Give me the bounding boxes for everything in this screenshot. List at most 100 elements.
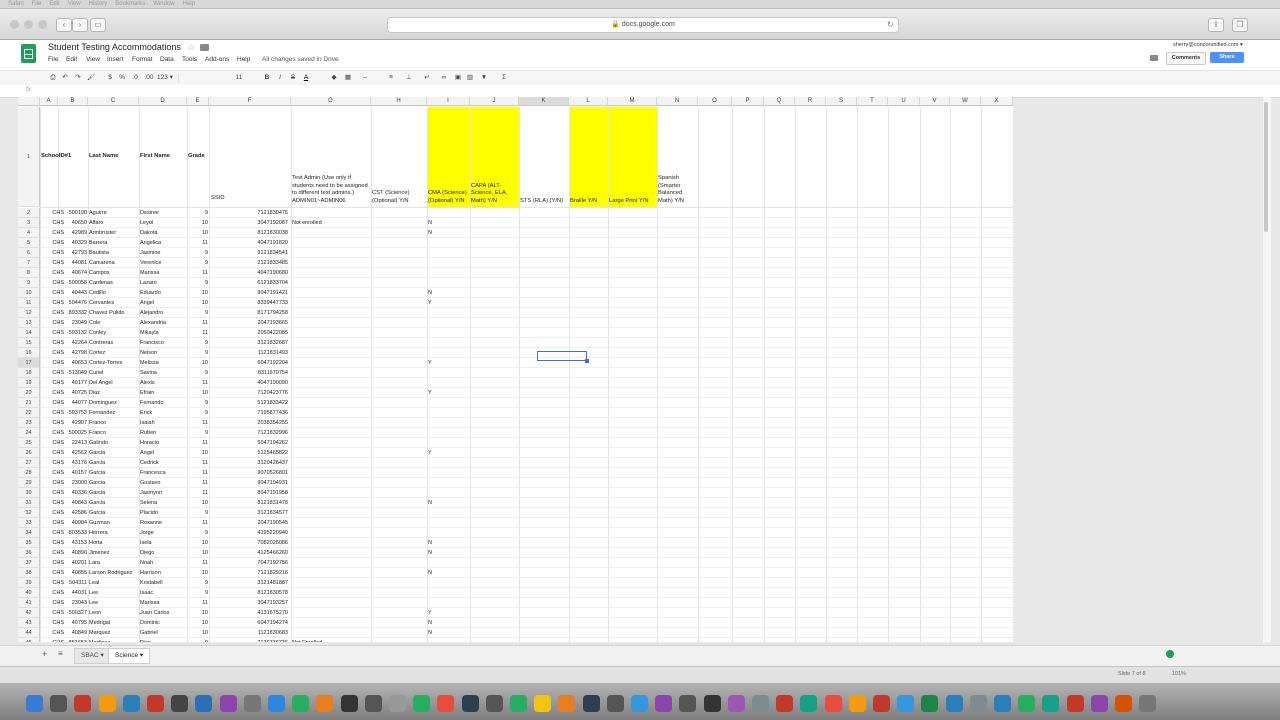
decrease-decimal-button[interactable]: .0	[130, 73, 140, 83]
increase-decimal-button[interactable]: .00	[143, 73, 155, 83]
spreadsheet-grid[interactable]: A B C D E F G H I J K L M N O P Q R S T U V W X 1 School ID#1 Last …	[18, 97, 1013, 642]
mac-menu-item[interactable]: History	[89, 1, 108, 7]
column-header-R[interactable]: R	[795, 97, 826, 106]
dock-app-icon[interactable]	[122, 695, 140, 712]
account-email[interactable]: sherry@concorunified.com ▾	[1173, 42, 1243, 48]
row-header[interactable]: 7	[18, 258, 40, 268]
corner-cell[interactable]	[18, 97, 40, 106]
menu-file[interactable]: File	[48, 56, 58, 63]
row-header[interactable]: 25	[18, 438, 40, 448]
dock-app-icon[interactable]	[679, 695, 697, 712]
vertical-align-icon[interactable]: ⊥	[404, 73, 414, 83]
row-header[interactable]: 21	[18, 398, 40, 408]
dock-app-icon[interactable]	[98, 695, 116, 712]
fill-color-icon[interactable]: ◆	[330, 73, 338, 83]
row-header[interactable]: 5	[18, 238, 40, 248]
sidebar-icon[interactable]: ▭	[90, 18, 106, 32]
print-icon[interactable]: ⎙	[49, 73, 57, 83]
borders-icon[interactable]: ▦	[343, 73, 353, 83]
row-header[interactable]: 38	[18, 568, 40, 578]
star-icon[interactable]: ☆	[187, 42, 195, 53]
row-header[interactable]: 36	[18, 548, 40, 558]
dock-app-icon[interactable]	[655, 695, 673, 712]
header-id[interactable]: ID#1	[59, 153, 89, 161]
row-header[interactable]: 27	[18, 458, 40, 468]
column-header-P[interactable]: P	[732, 97, 764, 106]
row-header[interactable]: 17	[18, 358, 40, 368]
row-header[interactable]: 15	[18, 338, 40, 348]
share-page-icon[interactable]: ⇪	[1208, 18, 1224, 32]
row-header[interactable]: 16	[18, 348, 40, 358]
paint-format-icon[interactable]: 🖌	[87, 73, 95, 83]
bold-button[interactable]: B	[263, 73, 271, 83]
column-header-D[interactable]: D	[139, 97, 187, 106]
row-header[interactable]: 2	[18, 208, 40, 218]
redo-icon[interactable]: ↷	[74, 73, 82, 83]
row-header[interactable]: 3	[18, 218, 40, 228]
dock-app-icon[interactable]	[727, 695, 745, 712]
column-header-A[interactable]: A	[40, 97, 58, 106]
row-header[interactable]: 40	[18, 588, 40, 598]
column-header-Q[interactable]: Q	[764, 97, 795, 106]
column-header-V[interactable]: V	[920, 97, 950, 106]
sheets-logo-icon[interactable]	[21, 44, 36, 63]
column-header-W[interactable]: W	[950, 97, 981, 106]
dock-app-icon[interactable]	[824, 695, 842, 712]
row-header[interactable]: 12	[18, 308, 40, 318]
insert-chart-icon[interactable]: ▥	[466, 73, 474, 83]
dock-app-icon[interactable]	[752, 695, 769, 712]
row-header[interactable]: 31	[18, 498, 40, 508]
dock-app-icon[interactable]	[485, 695, 503, 712]
row-header[interactable]: 39	[18, 578, 40, 588]
dock-app-icon[interactable]	[510, 695, 527, 712]
row-header[interactable]: 20	[18, 388, 40, 398]
reload-icon[interactable]: ↻	[887, 20, 894, 29]
header-capa[interactable]: CAPA (ALT-Science, ELA, Math) Y/N	[471, 183, 519, 206]
row-header[interactable]: 24	[18, 428, 40, 438]
selected-cell[interactable]	[537, 351, 589, 363]
menu-addons[interactable]: Add-ons	[205, 56, 229, 63]
column-header-S[interactable]: S	[826, 97, 857, 106]
header-test-admin[interactable]: Test Admin (Use only if students need to…	[292, 175, 370, 205]
dock-app-icon[interactable]	[945, 695, 963, 712]
row-header[interactable]: 32	[18, 508, 40, 518]
row-header[interactable]: 13	[18, 318, 40, 328]
column-header-X[interactable]: X	[981, 97, 1013, 106]
dock-app-icon[interactable]	[848, 695, 866, 712]
header-grade[interactable]: Grade	[188, 153, 210, 161]
text-color-icon[interactable]: A	[302, 73, 310, 83]
dock-app-icon[interactable]	[74, 695, 92, 712]
column-header-O[interactable]: O	[698, 97, 732, 106]
row-header[interactable]: 44	[18, 628, 40, 638]
dock-app-icon[interactable]	[558, 695, 576, 712]
column-header-T[interactable]: T	[857, 97, 888, 106]
cell-id[interactable]: 851653	[65, 638, 88, 642]
mac-menu-item[interactable]: File	[32, 1, 42, 7]
column-header-U[interactable]: U	[888, 97, 920, 106]
row-header[interactable]: 35	[18, 538, 40, 548]
tabs-icon[interactable]: ❐	[1232, 18, 1248, 32]
row-header[interactable]: 10	[18, 288, 40, 298]
column-header-I[interactable]: I	[427, 97, 470, 106]
header-braille[interactable]: Braille Y/N	[570, 198, 608, 206]
column-header-M[interactable]: M	[608, 97, 657, 106]
dock-app-icon[interactable]	[1115, 695, 1132, 712]
cell-cma[interactable]	[427, 638, 469, 642]
mac-menu-item[interactable]: Bookmarks	[115, 1, 145, 7]
menu-help[interactable]: Help	[237, 56, 250, 63]
cell-grade[interactable]: 9	[187, 638, 209, 642]
dock-app-icon[interactable]	[268, 695, 285, 712]
dock-app-icon[interactable]	[26, 695, 43, 712]
dock-app-icon[interactable]	[243, 695, 261, 712]
filter-icon[interactable]: ▼	[479, 73, 489, 83]
row-header[interactable]: 28	[18, 468, 40, 478]
header-cma[interactable]: CMA (Science) (Optional) Y/N	[428, 190, 470, 205]
row-header[interactable]: 6	[18, 248, 40, 258]
dock-app-icon[interactable]	[219, 695, 237, 712]
chat-icon[interactable]	[1150, 55, 1158, 61]
row-header[interactable]: 18	[18, 368, 40, 378]
cell-ssid[interactable]: 7136336736	[209, 638, 289, 642]
tab-sbac[interactable]: SBAC ▾	[74, 648, 111, 664]
header-spanish[interactable]: Spanish (Smarter Balanced Math) Y/N	[658, 175, 698, 205]
dock-app-icon[interactable]	[461, 695, 479, 712]
